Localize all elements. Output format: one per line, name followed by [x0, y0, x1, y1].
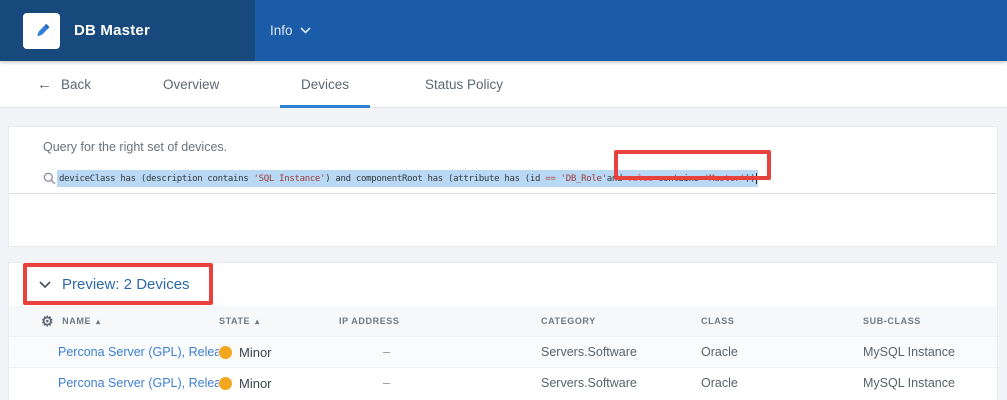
chevron-down-icon	[300, 27, 311, 34]
edit-pencil-icon[interactable]	[23, 13, 60, 49]
column-label: STATE	[219, 316, 250, 326]
column-header-sub-class[interactable]: SUB-CLASS	[863, 316, 997, 326]
query-token: ==	[545, 174, 555, 184]
info-dropdown-label: Info	[270, 23, 293, 38]
header-menu-bar: Info	[255, 0, 1007, 61]
column-header-ip-address[interactable]: IP ADDRESS	[339, 316, 541, 326]
column-header-class[interactable]: CLASS	[701, 316, 863, 326]
back-label: Back	[61, 77, 91, 92]
query-instruction: Query for the right set of devices.	[9, 127, 997, 154]
device-query-input[interactable]: deviceClass has (description contains 'S…	[57, 170, 758, 187]
column-label: IP ADDRESS	[339, 316, 400, 326]
query-token: deviceClass has (description contains	[59, 174, 254, 184]
devices-table-header: ⚙ NAME ▴ STATE ▴ IP ADDRESS CATEGORY CLASS SUB-C…	[9, 306, 997, 336]
brand-block: DB Master	[0, 0, 255, 61]
cell-category: Servers.Software	[541, 345, 701, 359]
column-header-category[interactable]: CATEGORY	[541, 316, 701, 326]
sort-asc-icon: ▴	[255, 317, 260, 326]
cell-class: Oracle	[701, 345, 863, 359]
tab-label: Status Policy	[425, 77, 503, 92]
device-name-link[interactable]: Percona Server (GPL), Release 1...	[58, 345, 219, 359]
state-label: Minor	[239, 376, 272, 391]
minor-state-icon	[219, 346, 232, 359]
preview-title: Preview: 2 Devices	[62, 276, 190, 293]
preview-toggle[interactable]: Preview: 2 Devices	[9, 263, 997, 306]
tab-label: Devices	[301, 77, 349, 92]
search-icon	[43, 172, 56, 185]
query-token: and	[607, 174, 627, 184]
table-row: Percona Server (GPL), Release 1... Minor –…	[9, 367, 997, 398]
query-token: ) and componentRoot has (attribute has (…	[325, 174, 545, 184]
cell-category: Servers.Software	[541, 376, 701, 390]
app-header: DB Master Info	[0, 0, 1007, 61]
query-panel: Query for the right set of devices. devi…	[8, 126, 998, 247]
column-header-name[interactable]: ⚙ NAME ▴	[9, 314, 219, 328]
devices-table-body: Percona Server (GPL), Release 1... Minor –…	[9, 336, 997, 398]
cell-sub-class: MySQL Instance	[863, 376, 997, 390]
back-arrow-icon: ←	[37, 76, 52, 93]
sort-asc-icon: ▴	[96, 317, 101, 326]
cell-class: Oracle	[701, 376, 863, 390]
column-label: SUB-CLASS	[863, 316, 921, 326]
query-search-row: deviceClass has (description contains 'S…	[9, 163, 997, 194]
cell-ip-address: –	[339, 345, 541, 359]
device-name-link[interactable]: Percona Server (GPL), Release 1...	[58, 376, 219, 390]
cell-name: Percona Server (GPL), Release 1...	[9, 345, 219, 359]
tab-status-policy[interactable]: Status Policy	[425, 61, 503, 107]
query-token: value	[627, 174, 653, 184]
minor-state-icon	[219, 377, 232, 390]
cell-name: Percona Server (GPL), Release 1...	[9, 376, 219, 390]
back-button[interactable]: ← Back	[37, 61, 91, 107]
page-title: DB Master	[74, 22, 150, 39]
text-caret	[756, 173, 757, 184]
query-token: contains	[653, 174, 704, 184]
tab-devices[interactable]: Devices	[280, 61, 370, 107]
state-label: Minor	[239, 345, 272, 360]
chevron-down-icon	[39, 281, 51, 289]
cell-state: Minor	[219, 345, 339, 360]
gear-icon[interactable]: ⚙	[41, 314, 54, 328]
cell-state: Minor	[219, 376, 339, 391]
column-label: CATEGORY	[541, 316, 596, 326]
query-token: 'SQL Instance'	[254, 174, 326, 184]
column-header-state[interactable]: STATE ▴	[219, 316, 339, 326]
cell-ip-address: –	[339, 376, 541, 390]
preview-panel: Preview: 2 Devices ⚙ NAME ▴ STATE ▴ IP ADDRES…	[8, 262, 998, 400]
query-token: 'Master'	[704, 174, 745, 184]
query-token: ))	[745, 174, 755, 184]
cell-sub-class: MySQL Instance	[863, 345, 997, 359]
column-label: CLASS	[701, 316, 735, 326]
tab-overview[interactable]: Overview	[163, 61, 219, 107]
tab-label: Overview	[163, 77, 219, 92]
info-dropdown[interactable]: Info	[270, 23, 311, 38]
table-row: Percona Server (GPL), Release 1... Minor –…	[9, 336, 997, 367]
column-label: NAME	[62, 316, 91, 326]
query-token: 'DB_Role'	[561, 174, 607, 184]
pencil-icon-svg	[32, 21, 52, 41]
tab-bar: ← Back Overview Devices Status Policy	[0, 61, 1007, 108]
